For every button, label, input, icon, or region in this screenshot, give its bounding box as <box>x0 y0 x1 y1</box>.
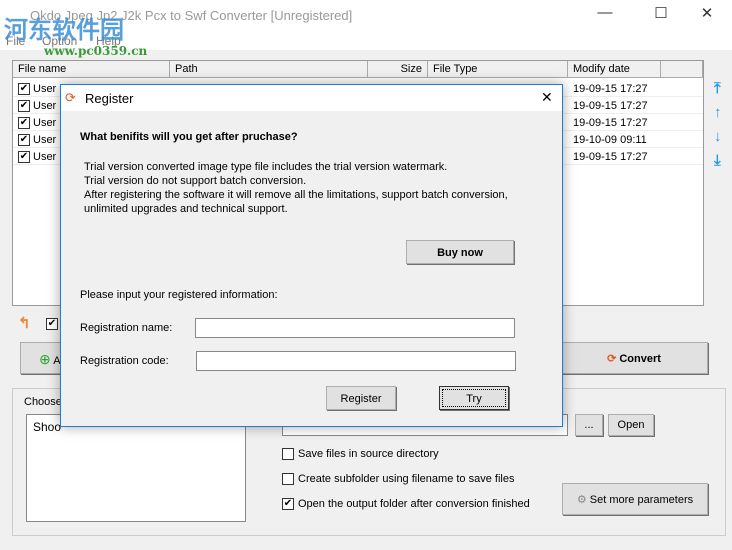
file-name: User <box>33 100 57 112</box>
registration-code-input[interactable] <box>196 351 516 371</box>
row-checkbox[interactable]: ✔ <box>18 83 30 95</box>
subfolder-checkbox[interactable] <box>282 473 294 485</box>
buy-now-button[interactable]: Buy now <box>406 240 514 264</box>
col-file-name[interactable]: File name <box>13 61 170 78</box>
set-more-parameters-button[interactable]: ⚙ Set more parameters <box>562 483 708 515</box>
row-checkbox[interactable]: ✔ <box>18 151 30 163</box>
row-checkbox[interactable]: ✔ <box>18 117 30 129</box>
add-icon: ⊕ <box>39 351 51 367</box>
benefits-heading: What benifits will you get after pruchas… <box>80 131 298 143</box>
file-name: User <box>33 134 57 146</box>
register-dialog: ⟳ Register ✕ What benifits will you get … <box>60 84 563 427</box>
row-checkbox[interactable]: ✔ <box>18 100 30 112</box>
registration-name-label: Registration name: <box>80 322 173 334</box>
benefits-text: Trial version converted image type file … <box>84 160 508 216</box>
register-button[interactable]: Register <box>326 386 396 410</box>
select-all-checkbox[interactable]: ✔ <box>46 318 58 330</box>
set-more-label: Set more parameters <box>589 494 694 506</box>
browse-button[interactable]: ... <box>575 414 603 436</box>
benefit-line: unlimited upgrades and technical support… <box>84 203 288 215</box>
choose-label: Choose <box>24 396 62 408</box>
registration-code-label: Registration code: <box>80 355 169 367</box>
col-modify-date[interactable]: Modify date <box>568 61 661 78</box>
file-name: User <box>33 83 57 95</box>
watermark-logo: 河东软件园 <box>4 17 124 44</box>
minimize-button[interactable]: — <box>590 4 620 21</box>
modify-date: 19-10-09 09:11 <box>573 134 647 146</box>
modify-date: 19-09-15 17:27 <box>573 83 648 95</box>
register-prompt: Please input your registered information… <box>80 289 278 301</box>
convert-button[interactable]: ⟳ Convert <box>560 342 708 374</box>
col-size[interactable]: Size <box>368 61 428 78</box>
move-top-icon[interactable]: ⤒ <box>714 80 721 97</box>
convert-label: Convert <box>619 353 661 365</box>
dialog-title-bar <box>61 85 562 111</box>
row-checkbox[interactable]: ✔ <box>18 134 30 146</box>
maximize-button[interactable]: ☐ <box>646 4 676 22</box>
format-item[interactable]: Shoo <box>33 420 61 434</box>
move-up-icon[interactable]: ↑ <box>714 104 722 121</box>
col-extra <box>661 61 703 78</box>
try-button[interactable]: Try <box>439 386 509 410</box>
open-button[interactable]: Open <box>608 414 654 436</box>
watermark-url: www.pc0359.cn <box>44 44 148 58</box>
dialog-close-button[interactable]: ✕ <box>541 89 553 106</box>
move-bottom-icon[interactable]: ⤓ <box>714 152 721 169</box>
modify-date: 19-09-15 17:27 <box>573 100 648 112</box>
benefit-line: Trial version converted image type file … <box>84 161 448 173</box>
format-list[interactable]: Shoo <box>26 414 246 522</box>
gear-icon: ⚙ <box>576 494 587 506</box>
close-button[interactable]: ✕ <box>692 4 722 22</box>
file-name: User <box>33 117 57 129</box>
registration-name-input[interactable] <box>195 318 515 338</box>
benefit-line: Trial version do not support batch conve… <box>84 175 307 187</box>
open-output-checkbox[interactable]: ✔ <box>282 498 294 510</box>
open-output-label: Open the output folder after conversion … <box>298 498 530 510</box>
app-icon: ⟳ <box>65 90 76 105</box>
benefit-line: After registering the software it will r… <box>84 189 508 201</box>
up-folder-icon[interactable]: ↰ <box>18 314 31 332</box>
modify-date: 19-09-15 17:27 <box>573 151 648 163</box>
save-source-checkbox[interactable] <box>282 448 294 460</box>
modify-date: 19-09-15 17:27 <box>573 117 648 129</box>
file-name: User <box>33 151 57 163</box>
convert-icon: ⟳ <box>607 353 617 365</box>
col-path[interactable]: Path <box>170 61 368 78</box>
dialog-title: Register <box>85 91 134 106</box>
move-down-icon[interactable]: ↓ <box>714 128 722 145</box>
save-source-label: Save files in source directory <box>298 448 439 460</box>
subfolder-label: Create subfolder using filename to save … <box>298 473 515 485</box>
col-file-type[interactable]: File Type <box>428 61 568 78</box>
